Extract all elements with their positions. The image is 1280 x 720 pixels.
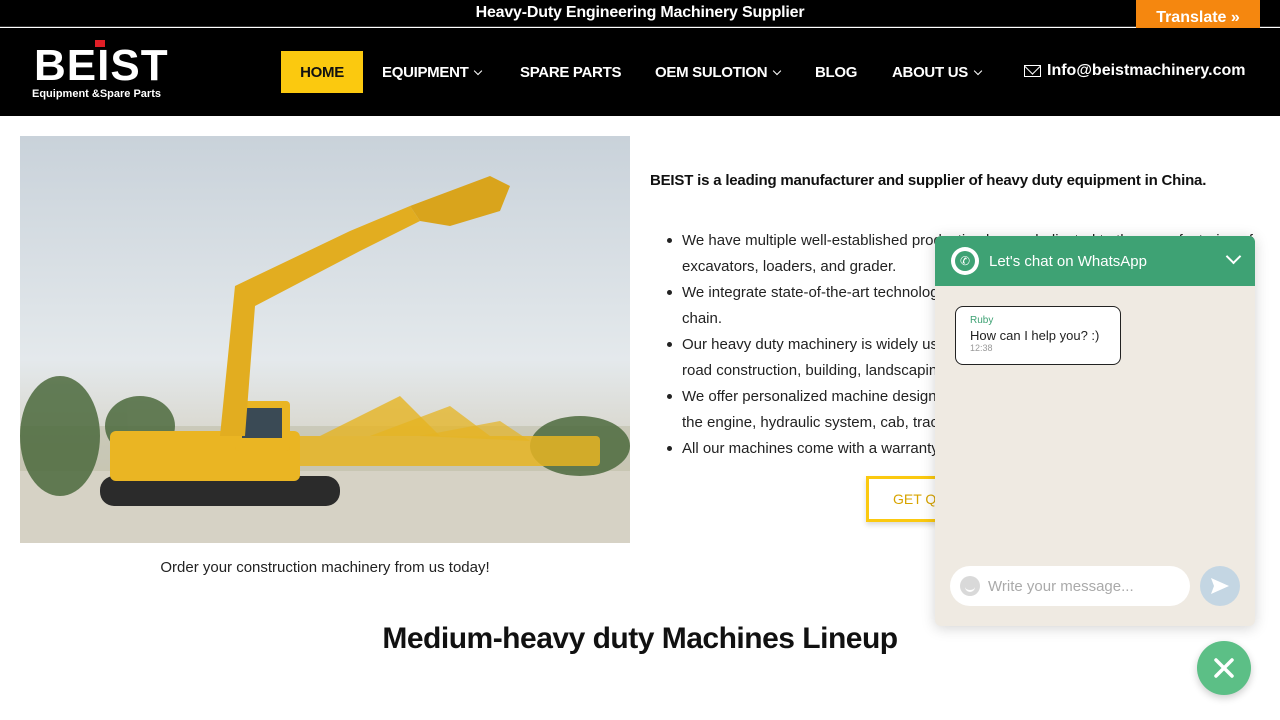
nav-label: OEM SULOTION [655,63,768,81]
logo-red-accent [95,40,105,47]
nav-item-spare-parts[interactable]: SPARE PARTS [520,51,621,93]
list-item-text: We offer personalized machine design s [682,388,949,405]
mail-icon [1024,65,1041,77]
list-item-text: the engine, hydraulic system, cab, track… [682,414,953,431]
intro-text: BEIST is a leading manufacturer and supp… [650,172,1207,189]
chat-message-bubble: Ruby How can I help you? :) 12:38 [955,306,1121,365]
list-item-text: We integrate state-of-the-art technology [682,284,947,301]
message-time: 12:38 [970,343,993,353]
list-item-text: excavators, loaders, and grader. [682,258,897,275]
main-navbar: BEIST Equipment &Spare Parts HOME EQUIPM… [0,28,1280,116]
nav-label: BLOG [815,63,858,81]
message-input-placeholder: Write your message... [988,577,1134,595]
whatsapp-header-label: Let's chat on WhatsApp [989,252,1147,270]
nav-item-equipment[interactable]: EQUIPMENT [382,51,483,93]
excavator-hero-image [20,136,630,543]
send-button[interactable] [1200,566,1240,606]
chevron-down-icon [772,66,782,75]
logo-tagline: Equipment &Spare Parts [32,88,161,100]
whatsapp-chat-panel: ✆ Let's chat on WhatsApp Ruby How can I … [935,236,1255,626]
list-item-text: road construction, building, landscaping [682,362,946,379]
nav-item-about-us[interactable]: ABOUT US [892,51,983,93]
list-item-text: Our heavy duty machinery is widely used [682,336,955,353]
header-email-link[interactable]: Info@beistmachinery.com [1024,62,1245,80]
list-item-text: chain. [682,310,723,327]
close-icon [1214,658,1234,678]
chevron-down-icon [474,66,483,75]
nav-label: EQUIPMENT [382,63,469,81]
agent-name: Ruby [970,315,994,326]
list-item-text: All our machines come with a warranty t [682,440,948,457]
nav-item-blog[interactable]: BLOG [815,51,857,93]
whatsapp-chat-header[interactable]: ✆ Let's chat on WhatsApp [935,236,1255,286]
banner-title: Heavy-Duty Engineering Machinery Supplie… [475,4,805,21]
emoji-icon[interactable] [960,576,980,596]
whatsapp-icon: ✆ [951,247,979,275]
top-banner: Heavy-Duty Engineering Machinery Supplie… [0,0,1280,27]
email-address: Info@beistmachinery.com [1047,62,1246,79]
nav-label: SPARE PARTS [520,63,622,81]
logo-wordmark: BEIST [34,41,169,90]
message-text: How can I help you? :) [970,328,1100,343]
nav-label: HOME [300,63,344,81]
whatsapp-close-button[interactable] [1197,641,1251,695]
send-icon [1211,578,1229,594]
excavator-illustration [20,176,630,543]
section-title: Medium-heavy duty Machines Lineup [382,622,898,655]
site-logo[interactable]: BEIST Equipment &Spare Parts [32,40,172,104]
nav-label: ABOUT US [892,63,968,81]
chevron-down-icon[interactable] [1225,248,1242,265]
nav-item-home[interactable]: HOME [281,51,363,93]
message-input[interactable]: Write your message... [950,566,1190,606]
chevron-down-icon [973,66,983,75]
nav-item-oem-solution[interactable]: OEM SULOTION [655,51,782,93]
hero-caption: Order your construction machinery from u… [160,559,490,576]
